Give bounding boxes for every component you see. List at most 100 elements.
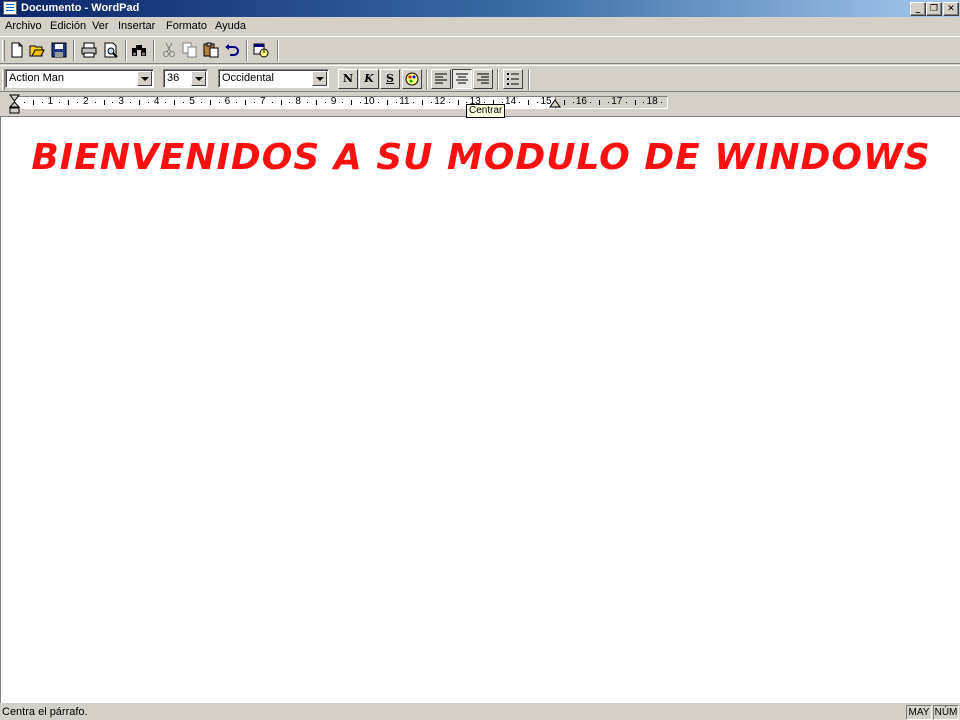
ruler-tick (484, 102, 486, 103)
ruler-tick (395, 102, 397, 103)
restore-button[interactable]: ❐ (926, 2, 942, 16)
ruler-number: 1 (47, 96, 54, 107)
font-name-combo[interactable]: Action Man (5, 69, 154, 88)
italic-button[interactable]: K (359, 69, 379, 89)
cut-icon[interactable] (158, 39, 180, 61)
ruler-number: 14 (505, 96, 517, 107)
font-size-value: 36 (167, 72, 180, 84)
ruler-number: 4 (153, 96, 160, 107)
menu-edicion[interactable]: Edición (50, 19, 86, 33)
chevron-down-icon[interactable] (312, 71, 327, 86)
menu-ayuda[interactable]: Ayuda (215, 19, 246, 33)
font-size-combo[interactable]: 36 (163, 69, 208, 88)
chevron-down-icon[interactable] (137, 71, 152, 86)
ruler-tick (41, 102, 43, 103)
chevron-down-icon[interactable] (191, 71, 206, 86)
toolbar-separator (528, 69, 530, 90)
window-title: Documento - WordPad (21, 2, 140, 14)
ruler-tick (165, 102, 167, 103)
bullets-icon[interactable] (503, 69, 523, 89)
open-icon[interactable] (26, 39, 48, 61)
ruler-number: 7 (260, 96, 266, 107)
ruler-tick (625, 102, 627, 103)
ruler-tick (360, 102, 362, 103)
menu-insertar[interactable]: Insertar (118, 19, 155, 33)
print-preview-icon[interactable] (100, 39, 122, 61)
ruler-tick (236, 102, 238, 103)
ruler-number: 17 (611, 96, 623, 107)
align-center-icon[interactable] (452, 69, 472, 89)
ruler-tick (68, 100, 70, 105)
ruler-number: 9 (330, 96, 337, 107)
standard-toolbar (0, 36, 960, 64)
ruler-tick (307, 102, 309, 103)
wordpad-app-icon[interactable] (3, 1, 17, 15)
font-name-value: Action Man (9, 72, 65, 84)
left-indent-marker-icon[interactable] (9, 94, 21, 114)
toolbar-separator (73, 40, 75, 61)
ruler-tick (112, 102, 114, 103)
num-indicator: NÚM (933, 705, 959, 720)
ruler-tick (218, 102, 220, 103)
ruler-number: 8 (295, 96, 301, 107)
ruler-tick (76, 102, 78, 103)
new-icon[interactable] (6, 39, 28, 61)
ruler-tick (466, 102, 468, 103)
ruler-number: 6 (224, 96, 231, 107)
minimize-button[interactable]: _ (910, 2, 926, 16)
menu-bar: Archivo Edición Ver Insertar Formato Ayu… (0, 17, 960, 35)
align-left-icon[interactable] (431, 69, 451, 89)
print-icon[interactable] (78, 39, 100, 61)
ruler-tick (324, 102, 326, 103)
ruler-number: 12 (434, 96, 446, 107)
ruler-tick (572, 102, 574, 103)
undo-icon[interactable] (221, 39, 243, 61)
menu-ver[interactable]: Ver (92, 19, 109, 33)
ruler-tick (32, 100, 34, 105)
ruler-tick (634, 100, 636, 105)
date-time-icon[interactable] (250, 39, 272, 61)
script-combo[interactable]: Occidental (218, 69, 329, 88)
ruler-tick (280, 100, 282, 105)
color-icon[interactable] (402, 69, 422, 89)
ruler-tick (643, 102, 645, 103)
ruler-marks: 1 2 3 4 5 6 7 8 9 10 11 12 13 14 15 16 17 18 (0, 94, 700, 114)
status-message: Centra el párrafo. (2, 706, 88, 718)
right-indent-marker-icon[interactable] (549, 99, 561, 111)
save-icon[interactable] (48, 39, 70, 61)
toolbar-separator (246, 40, 248, 61)
ruler-tick (200, 102, 202, 103)
document-text[interactable]: BIENVENIDOS A SU MODULO DE WINDOWS (1, 137, 960, 178)
find-icon[interactable] (128, 39, 150, 61)
close-button[interactable]: ✕ (943, 2, 959, 16)
menu-archivo[interactable]: Archivo (5, 19, 42, 33)
script-value: Occidental (222, 72, 274, 84)
align-right-icon[interactable] (473, 69, 493, 89)
format-toolbar: Action Man 36 Occidental N K S (0, 65, 960, 92)
ruler-tick (537, 102, 539, 103)
copy-icon[interactable] (179, 39, 201, 61)
ruler-number: 2 (83, 96, 89, 107)
ruler-number: 16 (575, 96, 587, 107)
tooltip: Centrar (466, 104, 506, 118)
ruler-tick (138, 100, 140, 105)
toolbar-grip[interactable] (2, 40, 5, 61)
ruler-tick (174, 100, 176, 105)
ruler-tick (607, 102, 609, 103)
toolbar-separator (153, 40, 155, 61)
document-area[interactable]: BIENVENIDOS A SU MODULO DE WINDOWS (0, 116, 960, 703)
title-bar[interactable]: Documento - WordPad _ ❐ ✕ (0, 0, 960, 17)
ruler-tick (147, 102, 149, 103)
ruler-number: 5 (189, 96, 195, 107)
ruler-tick (422, 100, 424, 105)
ruler-tick (501, 102, 503, 103)
underline-button[interactable]: S (380, 69, 400, 89)
toolbar-separator (125, 40, 127, 61)
menu-formato[interactable]: Formato (166, 19, 207, 33)
bold-button[interactable]: N (338, 69, 358, 89)
ruler-tick (457, 100, 459, 105)
toolbar-separator (497, 69, 499, 90)
ruler-tick (519, 102, 521, 103)
ruler-tick (599, 100, 601, 105)
paste-icon[interactable] (200, 39, 222, 61)
